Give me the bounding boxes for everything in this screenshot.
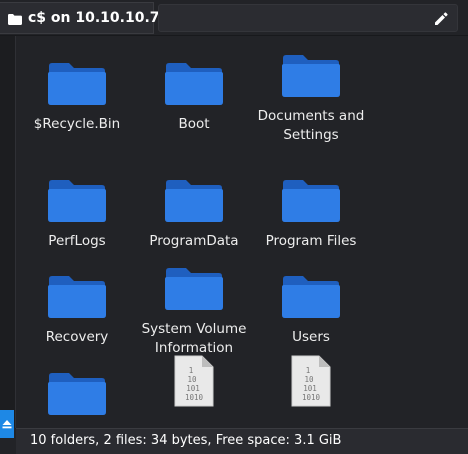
eject-icon: [2, 420, 12, 429]
folder-icon: [47, 54, 107, 106]
status-bar: 10 folders, 2 files: 34 bytes, Free spac…: [16, 428, 468, 454]
folder-icon: [47, 267, 107, 319]
svg-text:10: 10: [304, 375, 314, 384]
folder-icon: [8, 14, 22, 25]
status-text: 10 folders, 2 files: 34 bytes, Free spac…: [30, 433, 342, 448]
folder-icon: [47, 364, 107, 416]
folder-item[interactable]: $Recycle.Bin: [18, 36, 136, 134]
folder-icon: [281, 171, 341, 223]
folder-icon: [164, 171, 224, 223]
sidebar-collapsed: [0, 36, 16, 428]
binary-file-icon: 1 10 101 1010: [281, 354, 341, 407]
pencil-icon[interactable]: [433, 11, 449, 27]
folder-icon: [281, 54, 341, 98]
folder-icon: [281, 267, 341, 319]
folder-item[interactable]: Users: [252, 249, 370, 347]
file-item[interactable]: 1 10 101 1010: [252, 346, 370, 428]
folder-icon: [47, 171, 107, 223]
folder-item[interactable]: [18, 346, 136, 428]
folder-item[interactable]: Boot: [135, 36, 253, 134]
svg-text:1: 1: [306, 366, 311, 375]
folder-icon: [164, 267, 224, 311]
svg-text:101: 101: [186, 384, 200, 393]
item-label: Recovery: [45, 329, 109, 345]
svg-text:1010: 1010: [185, 393, 204, 402]
svg-text:10: 10: [187, 375, 197, 384]
svg-text:101: 101: [303, 384, 317, 393]
svg-text:1010: 1010: [302, 393, 321, 402]
eject-button[interactable]: [0, 410, 14, 438]
folder-item[interactable]: System Volume Information: [135, 249, 253, 356]
item-label: Documents and Settings: [257, 108, 365, 143]
folder-item[interactable]: ProgramData: [135, 153, 253, 251]
folder-icon: [164, 54, 224, 106]
location-label: c$ on 10.10.10.74: [28, 10, 170, 26]
file-item[interactable]: 1 10 101 1010: [135, 346, 253, 428]
folder-item[interactable]: Program Files: [252, 153, 370, 251]
folder-item[interactable]: Documents and Settings: [252, 36, 370, 143]
binary-file-icon: 1 10 101 1010: [164, 354, 224, 407]
folder-item[interactable]: PerfLogs: [18, 153, 136, 251]
item-label: Boot: [178, 116, 210, 132]
location-tab[interactable]: c$ on 10.10.10.74: [0, 2, 169, 34]
toolbar: c$ on 10.10.10.74: [0, 0, 468, 36]
folder-item[interactable]: Recovery: [18, 249, 136, 347]
path-input[interactable]: [158, 4, 458, 32]
svg-text:1: 1: [189, 366, 194, 375]
file-grid: $Recycle.Bin Boot Documents and Settings Pe…: [16, 36, 468, 428]
item-label: Users: [292, 329, 330, 345]
item-label: $Recycle.Bin: [33, 116, 121, 132]
